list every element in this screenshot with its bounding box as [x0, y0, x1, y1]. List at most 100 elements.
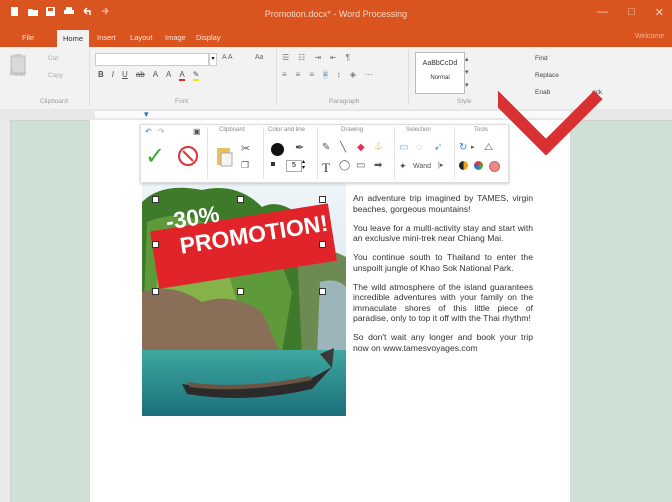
ribbon-tab-bar: File Home Insert Layout Image Display We…	[0, 30, 672, 47]
pilcrow-icon[interactable]: ¶	[346, 53, 350, 62]
lasso-select-icon[interactable]: ◌	[416, 142, 422, 153]
divider	[263, 127, 264, 179]
change-case-button[interactable]: Aa	[255, 54, 264, 61]
eraser-icon[interactable]: ◆	[357, 142, 365, 153]
highlight-icon[interactable]: ✎	[192, 70, 200, 81]
pointer-icon[interactable]: ➹	[434, 142, 442, 153]
indent-icon[interactable]: ⇥	[314, 53, 321, 62]
rectangle-icon[interactable]: ▭	[356, 160, 365, 171]
selection-handle[interactable]	[152, 241, 159, 248]
style-gallery[interactable]: AaBbCcDd Normal	[415, 52, 465, 94]
italic-button[interactable]: I	[112, 70, 114, 81]
tab-display[interactable]: Display	[196, 33, 221, 42]
tab-layout[interactable]: Layout	[130, 33, 153, 42]
numbering-icon[interactable]: ☷	[298, 53, 305, 62]
divider	[276, 49, 277, 105]
window-title: Promotion.docx* - Word Processing	[264, 9, 408, 19]
paragraph: You leave for a multi-activity stay and …	[353, 222, 533, 244]
divider	[317, 127, 318, 179]
selection-handle[interactable]	[319, 196, 326, 203]
ellipse-icon[interactable]: ◯	[339, 160, 350, 171]
cut-button[interactable]: Cut	[48, 55, 58, 62]
fit-icon[interactable]: ▣	[193, 127, 201, 136]
tab-file[interactable]: File	[22, 33, 34, 42]
bold-button[interactable]: B	[98, 70, 104, 81]
divider	[454, 127, 455, 179]
undo-icon[interactable]: ↶	[145, 127, 152, 136]
list-buttons: ☰ ☷ ⇥ ⇤ ¶	[282, 53, 350, 62]
font-size-buttons[interactable]: A A	[222, 54, 233, 61]
wand-icon[interactable]: ✦	[399, 161, 407, 172]
strikethrough-button[interactable]: ab	[136, 70, 145, 81]
document-body-text[interactable]: An adventure trip imagined by TAMES, vir…	[353, 193, 533, 362]
rotate-icon[interactable]: ↻	[459, 142, 467, 153]
window-controls: — □ ✕	[597, 6, 664, 19]
toolbar-section-drawing: Drawing	[341, 127, 364, 133]
wand-dropdown[interactable]: |▸	[438, 161, 443, 169]
grow-font-icon[interactable]: A	[153, 70, 158, 81]
pencil-icon[interactable]: ✎	[322, 142, 330, 153]
tab-home[interactable]: Home	[57, 30, 90, 47]
selection-handle[interactable]	[237, 196, 244, 203]
color-picker-icon[interactable]	[271, 143, 284, 156]
redo-icon[interactable]: ↷	[158, 127, 165, 136]
line-icon[interactable]: ╲	[340, 142, 346, 153]
font-dropdown-arrow[interactable]: ▾	[209, 53, 217, 66]
copy-button[interactable]: Copy	[48, 72, 63, 79]
paragraph: An adventure trip imagined by TAMES, vir…	[353, 193, 533, 214]
align-center-icon[interactable]: ≡	[296, 70, 301, 79]
font-color-icon[interactable]: A	[179, 70, 185, 81]
arrow-tool-icon[interactable]: ➡	[374, 160, 382, 171]
maximize-button[interactable]: □	[628, 6, 635, 19]
contrast-icon[interactable]	[459, 161, 468, 170]
tab-image[interactable]: Image	[165, 33, 186, 42]
align-left-icon[interactable]: ≡	[282, 70, 287, 79]
line-width-input[interactable]: 5	[286, 160, 302, 172]
selection-handle[interactable]	[152, 288, 159, 295]
selection-handle[interactable]	[152, 196, 159, 203]
eyedropper-icon[interactable]: ✒	[295, 141, 304, 154]
toolbar-section-selection: Selection	[406, 127, 431, 133]
divider	[89, 49, 90, 105]
bullets-icon[interactable]: ☰	[282, 53, 289, 62]
apply-check-icon[interactable]: ✓	[145, 145, 165, 169]
paragraph: The wild atmosphere of the island guaran…	[353, 281, 533, 324]
line-spacing-icon[interactable]: ↕	[337, 70, 341, 79]
flip-icon[interactable]: ⧍	[484, 142, 493, 153]
selection-handle[interactable]	[237, 288, 244, 295]
selection-handle[interactable]	[319, 241, 326, 248]
clipboard-group-label: Clipboard	[40, 98, 68, 105]
paste-icon[interactable]	[216, 145, 234, 172]
color-balance-icon[interactable]	[474, 161, 483, 170]
paragraph: You continue south to Thailand to enter …	[353, 252, 533, 273]
cancel-icon[interactable]	[178, 146, 198, 166]
brush-icon[interactable]: ♧	[374, 142, 383, 153]
login-label[interactable]: Welcome	[635, 33, 664, 40]
shrink-font-icon[interactable]: A	[166, 70, 171, 81]
borders-icon[interactable]: ⋯	[365, 70, 373, 79]
cut-icon[interactable]: ✂	[241, 142, 250, 155]
selection-handle[interactable]	[319, 288, 326, 295]
line-width-spinner[interactable]: ▴ ▾	[302, 159, 305, 171]
indent-marker-icon[interactable]: ▾	[144, 109, 149, 120]
outdent-icon[interactable]: ⇤	[330, 53, 337, 62]
underline-button[interactable]: U	[122, 70, 128, 81]
toolbar-section-tools: Tools	[474, 127, 489, 133]
font-family-select[interactable]	[95, 53, 209, 66]
promotion-image[interactable]: -30% PROMOTION!	[142, 182, 346, 416]
rotate-dropdown[interactable]: ▸	[471, 143, 475, 151]
toolbar-section-color: Color and line	[268, 127, 306, 133]
red-eye-icon[interactable]	[489, 161, 500, 172]
tab-insert[interactable]: Insert	[97, 33, 116, 42]
align-right-icon[interactable]: ≡	[309, 70, 314, 79]
vertical-ruler[interactable]	[0, 120, 11, 502]
text-tool-icon[interactable]: T	[322, 160, 330, 176]
rect-select-icon[interactable]: ▭	[399, 142, 408, 153]
justify-icon[interactable]: ≡	[323, 70, 328, 79]
wand-label[interactable]: Wand	[413, 163, 431, 170]
minimize-button[interactable]: —	[597, 6, 608, 19]
copy-icon[interactable]: ❐	[241, 160, 249, 171]
shading-icon[interactable]: ◈	[350, 70, 356, 79]
style-scroll[interactable]: ▴ ▾ ▾	[465, 53, 469, 92]
close-button[interactable]: ✕	[655, 6, 664, 19]
